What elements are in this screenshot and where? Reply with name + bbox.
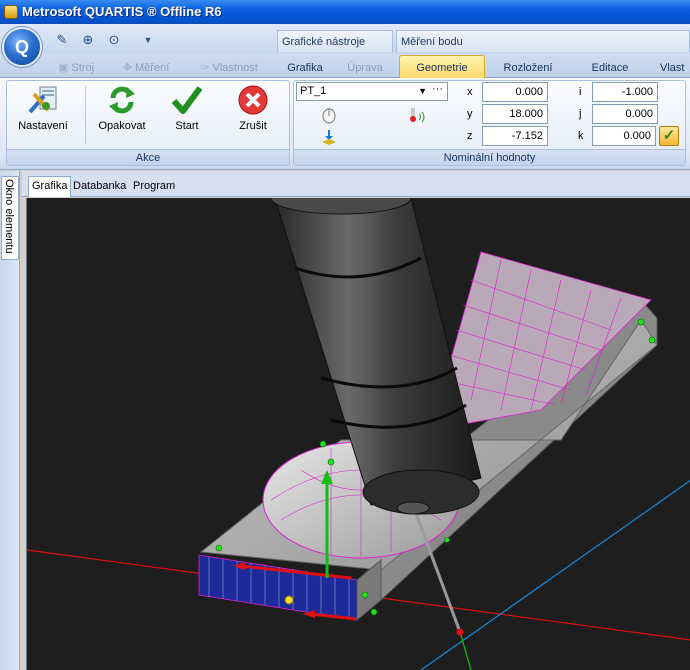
tab-geometrie[interactable]: Geometrie	[399, 55, 485, 79]
coord-label: z	[467, 130, 473, 142]
nastaveni-button[interactable]: Nastavení	[8, 84, 78, 134]
context-tab-graphic-tools[interactable]: Grafické nástroje	[277, 30, 393, 52]
doc-tab-label: Databanka	[73, 180, 127, 192]
point-select-value: PT_1	[300, 85, 327, 97]
y-axis-line	[459, 631, 472, 670]
x-field[interactable]: 0.000	[482, 82, 548, 102]
tab-database[interactable]: Databanka	[70, 177, 129, 196]
side-tab-label: Okno elementu	[3, 179, 15, 254]
wrench-icon: ✑	[200, 62, 210, 74]
tab-vlastnost[interactable]: ✑ Vlastnost	[194, 58, 264, 78]
j-field[interactable]: 0.000	[592, 104, 658, 124]
tab-vlast[interactable]: Vlast	[660, 58, 690, 78]
vector-label: j	[579, 108, 582, 120]
context-tab-label: Grafické nástroje	[282, 36, 366, 48]
button-label: Nastavení	[18, 120, 68, 132]
tab-mereni[interactable]: ✥ Měření	[118, 58, 174, 78]
point-select[interactable]: PT_1 ▼ ···	[296, 82, 448, 101]
doc-tab-label: Grafika	[32, 180, 68, 192]
probe-icon: ✥	[122, 62, 132, 74]
tab-stroj[interactable]: ▣ Stroj	[52, 58, 100, 78]
tab-label: Geometrie	[416, 62, 468, 74]
app-menu-logo: Q	[14, 37, 29, 57]
group-label-nominal: Nominální hodnoty	[294, 149, 685, 165]
button-label: Start	[175, 120, 199, 132]
context-tab-point-measure[interactable]: Měření bodu	[396, 30, 690, 52]
chevron-down-icon[interactable]: ▼	[418, 83, 427, 100]
window-title: Metrosoft QUARTIS ® Offline R6	[22, 4, 222, 19]
group-label-akce: Akce	[7, 149, 289, 165]
title-bar: Metrosoft QUARTIS ® Offline R6	[0, 0, 690, 24]
tab-label: Vlastnost	[212, 62, 258, 74]
tab-rozlozeni[interactable]: Rozložení	[498, 58, 558, 78]
y-field[interactable]: 18.000	[482, 104, 548, 124]
z-field[interactable]: -7.152	[482, 126, 548, 146]
button-label: Opakovat	[98, 120, 146, 132]
doc-tab-label: Program	[133, 180, 176, 192]
coord-label: y	[467, 108, 473, 120]
tab-editace[interactable]: Editace	[584, 58, 636, 78]
plane-download-icon[interactable]	[320, 128, 338, 146]
graphics-viewport[interactable]	[26, 198, 690, 670]
i-field[interactable]: -1.000	[592, 82, 658, 102]
tab-label: Vlast	[660, 62, 685, 74]
side-tab-element-window[interactable]: Okno elementu	[1, 176, 19, 260]
mouse-pointer-icon[interactable]	[320, 106, 338, 124]
tab-label: Stroj	[71, 62, 95, 74]
application-menu-button[interactable]: Q	[2, 27, 42, 67]
tab-graphics-view[interactable]: Grafika	[28, 176, 72, 197]
zrusit-button[interactable]: Zrušit	[218, 84, 288, 134]
apply-check-icon[interactable]: ✓	[659, 126, 679, 146]
tab-label: Rozložení	[503, 62, 553, 74]
context-tab-label: Měření bodu	[401, 36, 463, 48]
3d-scene[interactable]	[27, 198, 690, 670]
divider	[85, 86, 86, 144]
tab-label: Grafika	[287, 62, 323, 74]
tab-label: Měření	[135, 62, 170, 74]
opakovat-button[interactable]: Opakovat	[87, 84, 157, 134]
tab-program[interactable]: Program	[130, 177, 178, 196]
probe-signal-icon[interactable]	[406, 106, 428, 124]
zoom-in-icon[interactable]: ⊕	[78, 30, 98, 50]
repeat-arrows-icon	[109, 86, 135, 114]
vector-label: i	[579, 86, 582, 98]
tab-grafika[interactable]: Grafika	[280, 58, 330, 78]
selected-point-marker[interactable]	[284, 595, 294, 605]
coord-label: x	[467, 86, 473, 98]
app-window: Metrosoft QUARTIS ® Offline R6 Q ✎ ⊕ ⊙ ▼…	[0, 0, 690, 670]
probe-collar	[396, 501, 430, 515]
tab-label: Editace	[591, 62, 629, 74]
pin-icon[interactable]: ✎	[52, 30, 72, 50]
checkmark-icon	[171, 86, 203, 114]
settings-tools-icon	[28, 86, 57, 114]
k-field[interactable]: 0.000	[592, 126, 656, 146]
cancel-icon	[238, 85, 268, 115]
tab-uprava[interactable]: Úprava	[342, 58, 388, 78]
qat-dropdown-icon[interactable]: ▼	[138, 30, 158, 50]
zoom-fit-icon[interactable]: ⊙	[104, 30, 124, 50]
stylus-tip	[456, 628, 464, 636]
vector-label: k	[578, 130, 584, 142]
more-button[interactable]: ···	[432, 81, 443, 98]
tab-label: Úprava	[347, 62, 383, 74]
machine-icon: ▣	[57, 62, 69, 74]
start-button[interactable]: Start	[152, 84, 222, 134]
app-logo-icon	[4, 5, 18, 19]
button-label: Zrušit	[239, 120, 267, 132]
